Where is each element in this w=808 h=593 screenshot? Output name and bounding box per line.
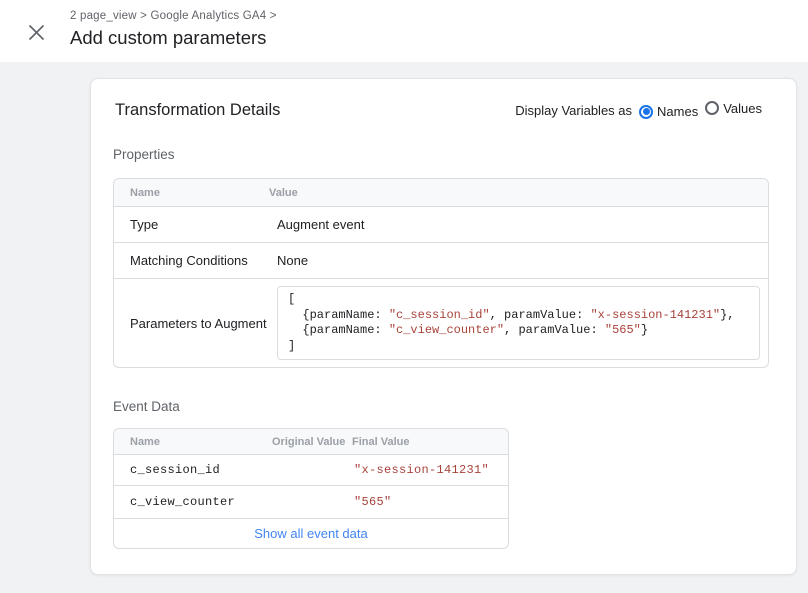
property-value: Augment event	[269, 207, 768, 243]
header-text: 2 page_view > Google Analytics GA4 > Add…	[70, 9, 277, 50]
event-param-name: c_session_id	[114, 455, 272, 486]
transformation-details-card: Transformation Details Display Variables…	[90, 78, 797, 575]
radio-group: Names Values	[632, 101, 762, 120]
card-title: Transformation Details	[113, 101, 280, 120]
event-col-name: Name	[114, 429, 272, 455]
parameters-to-augment-row: Parameters to Augment[ {paramName: "c_se…	[114, 279, 768, 367]
display-variables-toggle: Display Variables as Names Values	[515, 101, 774, 120]
radio-option-label: Values	[723, 101, 762, 116]
properties-row: TypeAugment event	[114, 207, 768, 243]
event-original-value	[272, 455, 352, 486]
code-line: {paramName: "c_session_id", paramValue: …	[288, 308, 749, 324]
event-data-table: Name Original Value Final Value c_sessio…	[113, 428, 509, 549]
code-line: ]	[288, 339, 749, 355]
event-data-row: c_view_counter "565"	[114, 486, 508, 519]
event-col-final: Final Value	[352, 429, 508, 455]
event-param-name: c_view_counter	[114, 486, 272, 519]
display-variables-label: Display Variables as	[515, 103, 632, 118]
properties-section-label: Properties	[113, 147, 774, 163]
radio-option-names[interactable]: Names	[639, 104, 698, 119]
property-name: Parameters to Augment	[114, 279, 269, 367]
property-value: [ {paramName: "c_session_id", paramValue…	[269, 279, 768, 367]
top-bar: 2 page_view > Google Analytics GA4 > Add…	[0, 0, 808, 62]
radio-option-values[interactable]: Values	[705, 101, 762, 116]
parameters-code-block: [ {paramName: "c_session_id", paramValue…	[277, 286, 760, 360]
event-final-value: "565"	[352, 486, 508, 519]
event-data-footer-row: Show all event data	[114, 519, 508, 548]
radio-selected-icon	[639, 105, 653, 119]
properties-row: Matching ConditionsNone	[114, 243, 768, 279]
page-background: Transformation Details Display Variables…	[0, 62, 808, 575]
code-line: [	[288, 292, 749, 308]
properties-col-name: Name	[114, 179, 269, 207]
breadcrumb: 2 page_view > Google Analytics GA4 >	[70, 9, 277, 23]
properties-table: Name Value TypeAugment eventMatching Con…	[113, 178, 769, 368]
event-data-header-row: Name Original Value Final Value	[114, 429, 508, 455]
event-original-value	[272, 486, 352, 519]
property-value: None	[269, 243, 768, 279]
property-name: Matching Conditions	[114, 243, 269, 279]
card-header: Transformation Details Display Variables…	[113, 99, 774, 121]
code-line: {paramName: "c_view_counter", paramValue…	[288, 323, 749, 339]
event-final-value: "x-session-141231"	[352, 455, 508, 486]
event-data-row: c_session_id "x-session-141231"	[114, 455, 508, 486]
property-name: Type	[114, 207, 269, 243]
page-title: Add custom parameters	[70, 26, 277, 50]
properties-header-row: Name Value	[114, 179, 768, 207]
radio-unselected-icon	[705, 101, 719, 115]
close-icon	[28, 24, 45, 41]
close-button[interactable]	[24, 20, 48, 44]
radio-option-label: Names	[657, 104, 698, 119]
properties-col-value: Value	[269, 179, 768, 207]
event-col-original: Original Value	[272, 429, 352, 455]
show-all-event-data-link[interactable]: Show all event data	[254, 526, 367, 541]
event-data-section-label: Event Data	[113, 399, 774, 415]
